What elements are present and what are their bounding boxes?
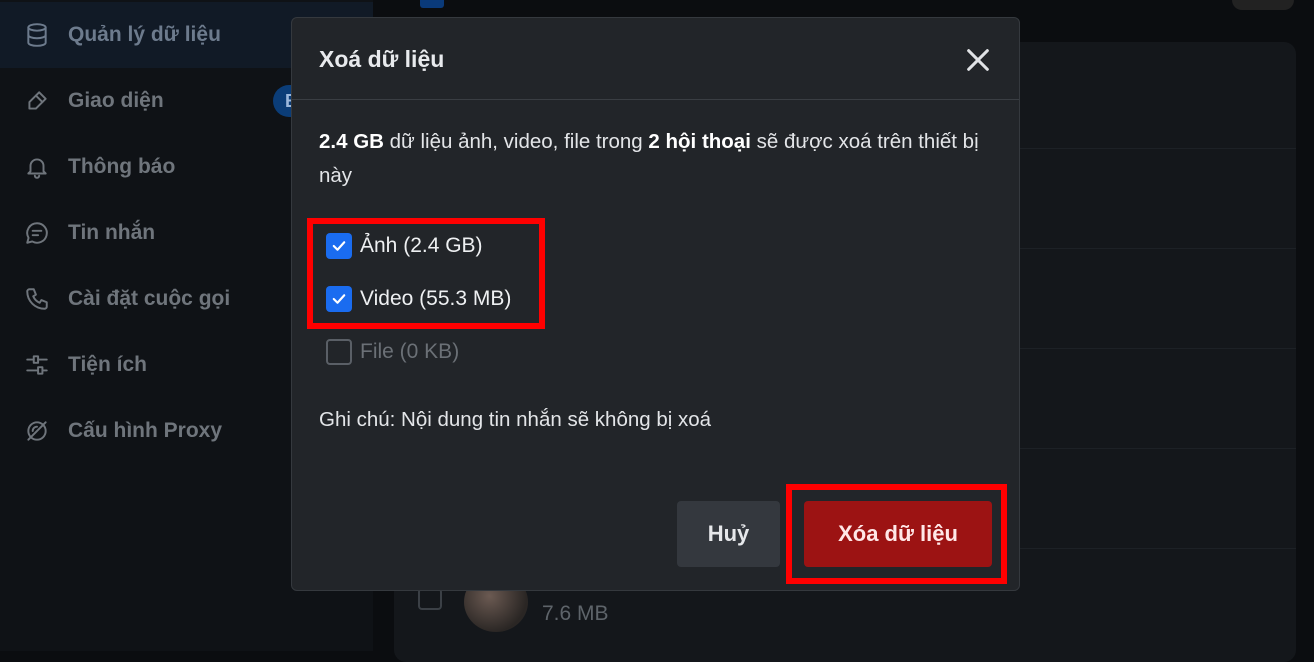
sidebar-item-label: Thông báo (68, 155, 175, 179)
close-button[interactable] (962, 44, 994, 76)
database-icon (24, 22, 50, 48)
sidebar-item-label: Giao diện (68, 89, 164, 113)
sidebar-item-label: Cấu hình Proxy (68, 419, 222, 443)
files-checkbox (326, 339, 352, 365)
option-label: Video (55.3 MB) (360, 287, 511, 311)
dialog-description: 2.4 GB dữ liệu ảnh, video, file trong 2 … (319, 125, 999, 193)
toggle-switch[interactable] (1232, 0, 1294, 10)
description-size: 2.4 GB (319, 130, 384, 153)
check-icon (330, 237, 348, 255)
option-photos[interactable]: Ảnh (2.4 GB) (326, 232, 483, 260)
app-window: Quản lý dữ liệu Giao diện Thông báo Tin … (0, 0, 1314, 651)
option-label: File (0 KB) (360, 340, 459, 364)
proxy-icon (24, 418, 50, 444)
option-label: Ảnh (2.4 GB) (360, 234, 483, 258)
conversation-checkbox[interactable] (418, 588, 442, 610)
sliders-icon (24, 352, 50, 378)
option-files: File (0 KB) (326, 338, 459, 366)
description-text: dữ liệu ảnh, video, file trong (384, 130, 648, 153)
bell-icon (24, 154, 50, 180)
phone-icon (24, 286, 50, 312)
sidebar-item-label: Quản lý dữ liệu (68, 23, 221, 47)
chat-bubble-icon (24, 220, 50, 246)
description-conversations: 2 hội thoại (648, 130, 751, 153)
dialog-title: Xoá dữ liệu (319, 46, 444, 73)
videos-checkbox[interactable] (326, 286, 352, 312)
photos-checkbox[interactable] (326, 233, 352, 259)
brush-icon (24, 88, 50, 114)
delete-data-dialog: Xoá dữ liệu 2.4 GB dữ liệu ảnh, video, f… (291, 17, 1020, 591)
cancel-button[interactable]: Huỷ (677, 501, 780, 567)
conversation-size: 7.6 MB (542, 602, 609, 626)
dialog-header: Xoá dữ liệu (292, 18, 1019, 100)
sidebar-item-label: Tiện ích (68, 353, 147, 377)
delete-data-button[interactable]: Xóa dữ liệu (804, 501, 992, 567)
select-all-checkbox[interactable] (420, 0, 444, 8)
option-videos[interactable]: Video (55.3 MB) (326, 285, 511, 313)
close-icon (964, 46, 992, 74)
sidebar-item-label: Tin nhắn (68, 221, 155, 245)
sidebar-item-label: Cài đặt cuộc gọi (68, 287, 230, 311)
check-icon (330, 290, 348, 308)
dialog-note: Ghi chú: Nội dung tin nhắn sẽ không bị x… (319, 408, 711, 432)
